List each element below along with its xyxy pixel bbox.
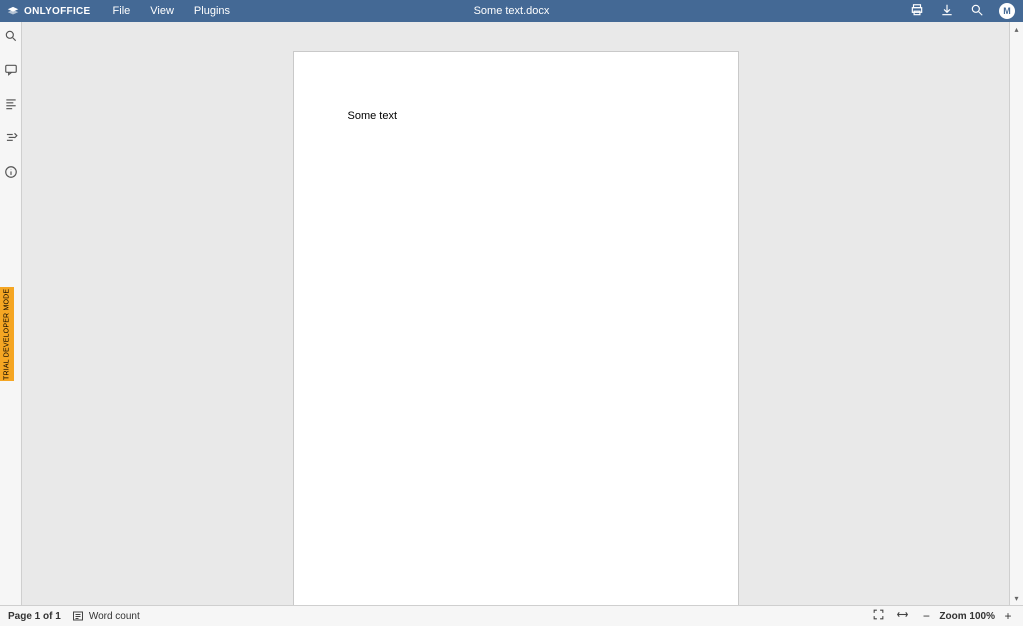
- document-title: Some text.docx: [474, 5, 550, 17]
- download-icon: [940, 3, 954, 20]
- search-button[interactable]: [969, 3, 985, 19]
- zoom-controls: − Zoom 100% +: [919, 609, 1015, 623]
- fit-page-button[interactable]: [871, 609, 885, 623]
- print-button[interactable]: [909, 3, 925, 19]
- fit-width-button[interactable]: [895, 609, 909, 623]
- search-icon: [4, 29, 18, 48]
- page-body[interactable]: Some text: [294, 52, 738, 180]
- headings-icon: [4, 97, 18, 116]
- minus-icon: −: [923, 609, 930, 623]
- fit-page-icon: [872, 608, 885, 624]
- document-canvas[interactable]: Some text: [22, 22, 1009, 605]
- fit-width-icon: [896, 608, 909, 624]
- main: TRIAL DEVELOPER MODE: [0, 22, 1023, 605]
- tool-comments[interactable]: [1, 62, 21, 82]
- search-icon: [970, 3, 984, 20]
- menubar-right: M: [909, 3, 1023, 19]
- brand-text: ONLYOFFICE: [24, 6, 91, 17]
- paragraph-icon: [4, 131, 18, 150]
- menu-plugins[interactable]: Plugins: [184, 0, 240, 22]
- vertical-scrollbar[interactable]: ▴ ▾: [1009, 22, 1023, 605]
- menu-view[interactable]: View: [140, 0, 184, 22]
- tool-about[interactable]: [1, 164, 21, 184]
- statusbar: Page 1 of 1 Word count −: [0, 605, 1023, 626]
- print-icon: [910, 3, 924, 20]
- page-count[interactable]: Page 1 of 1: [8, 611, 61, 622]
- wordcount-button[interactable]: Word count: [71, 609, 140, 623]
- statusbar-left: Page 1 of 1 Word count: [8, 609, 140, 623]
- wordcount-label: Word count: [89, 611, 140, 622]
- page: Some text: [294, 52, 738, 605]
- menu-file[interactable]: File: [103, 0, 141, 22]
- menu-list: File View Plugins: [103, 0, 240, 22]
- comment-icon: [4, 63, 18, 82]
- zoom-label[interactable]: Zoom 100%: [939, 611, 995, 622]
- tool-headings[interactable]: [1, 96, 21, 116]
- zoom-in-button[interactable]: +: [1001, 609, 1015, 623]
- brand-logo-icon: [6, 4, 20, 18]
- wordcount-icon: [71, 609, 85, 623]
- menubar: ONLYOFFICE File View Plugins Some text.d…: [0, 0, 1023, 22]
- info-icon: [4, 165, 18, 184]
- scroll-down-arrow-icon[interactable]: ▾: [1010, 591, 1023, 605]
- plus-icon: +: [1004, 609, 1011, 623]
- download-button[interactable]: [939, 3, 955, 19]
- body-text: Some text: [348, 110, 398, 122]
- brand: ONLYOFFICE: [0, 4, 91, 18]
- zoom-out-button[interactable]: −: [919, 609, 933, 623]
- statusbar-right: − Zoom 100% +: [871, 609, 1015, 623]
- user-avatar[interactable]: M: [999, 3, 1015, 19]
- scroll-up-arrow-icon[interactable]: ▴: [1010, 22, 1023, 36]
- tool-paragraph[interactable]: [1, 130, 21, 150]
- trial-badge: TRIAL DEVELOPER MODE: [0, 287, 14, 381]
- tool-find[interactable]: [1, 28, 21, 48]
